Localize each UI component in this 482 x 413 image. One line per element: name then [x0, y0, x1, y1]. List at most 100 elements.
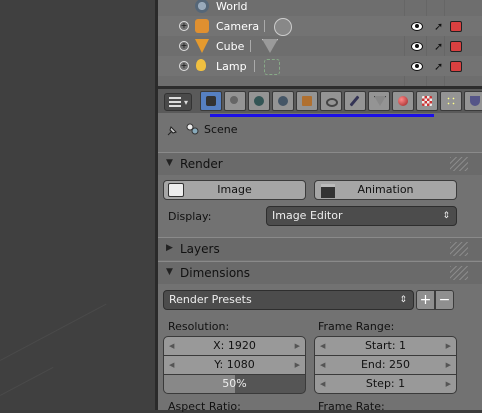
- selectable-cursor-icon[interactable]: ➚: [434, 20, 443, 33]
- expand-icon[interactable]: +: [179, 21, 189, 31]
- tab-material[interactable]: [392, 91, 414, 111]
- chevron-down-icon: ▾: [183, 98, 188, 107]
- selectable-cursor-icon[interactable]: ➚: [434, 40, 443, 53]
- outliner-label: World: [216, 0, 248, 13]
- mesh-data-tab-icon: [374, 96, 386, 106]
- render-camera-icon[interactable]: [450, 21, 462, 32]
- panel-title: Render: [180, 157, 223, 171]
- panel-title: Dimensions: [180, 266, 251, 280]
- world-icon: [195, 0, 209, 13]
- tab-render-layers[interactable]: [224, 91, 246, 111]
- decrement-arrow-icon[interactable]: ◀: [320, 356, 325, 374]
- outliner-label[interactable]: Camera: [216, 20, 259, 33]
- tab-constraints[interactable]: [320, 91, 342, 111]
- outliner-label[interactable]: Lamp: [216, 60, 247, 73]
- outliner-label[interactable]: Cube: [216, 40, 244, 53]
- tab-data[interactable]: [368, 91, 390, 111]
- render-camera-icon[interactable]: [450, 41, 462, 52]
- material-sphere-icon: [398, 96, 408, 106]
- grid-line: [0, 303, 107, 361]
- tab-object[interactable]: [296, 91, 318, 111]
- annotation-underline: [210, 114, 434, 117]
- scene-icon: [254, 96, 264, 106]
- add-preset-button[interactable]: +: [416, 290, 435, 310]
- layers-panel-header[interactable]: ▶ Layers: [158, 237, 482, 260]
- decrement-arrow-icon[interactable]: ◀: [169, 356, 174, 374]
- drag-grip-icon[interactable]: [450, 157, 468, 171]
- clapperboard-icon: [321, 184, 335, 198]
- visibility-eye-icon[interactable]: [411, 22, 423, 31]
- decrement-arrow-icon[interactable]: ◀: [169, 337, 174, 355]
- decrement-arrow-icon[interactable]: ◀: [320, 337, 325, 355]
- properties-tabs: [200, 91, 482, 111]
- outliner-row-camera[interactable]: + Camera ➚: [158, 16, 482, 36]
- increment-arrow-icon[interactable]: ▶: [446, 375, 451, 393]
- increment-arrow-icon[interactable]: ▶: [295, 337, 300, 355]
- texture-checker-icon: [422, 96, 432, 106]
- display-label: Display:: [168, 210, 212, 223]
- render-panel-header[interactable]: ▼ Render: [158, 152, 482, 175]
- tab-render[interactable]: [200, 91, 222, 111]
- outliner[interactable]: World + Camera ➚ + Cube ➚ + Lamp ➚: [158, 0, 482, 86]
- separator: [254, 60, 255, 72]
- dropdown-value: Render Presets: [169, 293, 252, 306]
- resolution-percentage-slider[interactable]: 50%: [163, 374, 306, 394]
- field-value: End: 250: [360, 358, 411, 371]
- properties-editor[interactable]: ▾ Scene ▼ Render Image Animation Display…: [158, 89, 482, 413]
- field-value: X: 1920: [213, 339, 256, 352]
- drag-grip-icon[interactable]: [450, 266, 468, 280]
- expand-icon[interactable]: +: [179, 41, 189, 51]
- outliner-row-lamp[interactable]: + Lamp ➚: [158, 56, 482, 76]
- lamp-object-icon: [196, 59, 206, 71]
- increment-arrow-icon[interactable]: ▶: [295, 356, 300, 374]
- remove-preset-button[interactable]: −: [435, 290, 454, 310]
- field-value: Step: 1: [365, 377, 406, 390]
- selectable-cursor-icon[interactable]: ➚: [434, 60, 443, 73]
- panel-title: Layers: [180, 242, 220, 256]
- lamp-data-icon[interactable]: [264, 59, 280, 75]
- frame-end-field[interactable]: ◀ End: 250 ▶: [314, 355, 457, 375]
- dimensions-panel-header[interactable]: ▼ Dimensions: [158, 261, 482, 284]
- resolution-y-field[interactable]: ◀ Y: 1080 ▶: [163, 355, 306, 375]
- render-presets-dropdown[interactable]: Render Presets ⇕: [163, 290, 414, 310]
- particles-icon: [446, 96, 456, 106]
- tab-world[interactable]: [272, 91, 294, 111]
- tab-texture[interactable]: [416, 91, 438, 111]
- decrement-arrow-icon[interactable]: ◀: [320, 375, 325, 393]
- pin-icon[interactable]: [166, 125, 178, 137]
- updown-arrows-icon: ⇕: [399, 295, 407, 305]
- tab-physics[interactable]: [464, 91, 482, 111]
- render-still-icon: [168, 183, 184, 197]
- camera-data-icon[interactable]: [274, 18, 292, 36]
- render-image-button[interactable]: Image: [163, 180, 306, 200]
- editor-type-selector[interactable]: ▾: [164, 93, 192, 111]
- properties-header: ▾: [158, 89, 482, 117]
- mesh-object-icon: [195, 39, 209, 53]
- grid-line: [0, 366, 54, 396]
- frame-start-field[interactable]: ◀ Start: 1 ▶: [314, 336, 457, 356]
- display-dropdown[interactable]: Image Editor ⇕: [266, 206, 457, 226]
- render-animation-button[interactable]: Animation: [314, 180, 457, 200]
- scene-breadcrumb: Scene: [204, 123, 238, 136]
- 3d-viewport[interactable]: [0, 0, 157, 410]
- render-camera-icon[interactable]: [450, 61, 462, 72]
- frame-step-field[interactable]: ◀ Step: 1 ▶: [314, 374, 457, 394]
- tab-particles[interactable]: [440, 91, 462, 111]
- mesh-data-icon[interactable]: [262, 39, 278, 53]
- render-layers-icon: [230, 96, 238, 104]
- increment-arrow-icon[interactable]: ▶: [446, 356, 451, 374]
- increment-arrow-icon[interactable]: ▶: [446, 337, 451, 355]
- resolution-x-field[interactable]: ◀ X: 1920 ▶: [163, 336, 306, 356]
- visibility-eye-icon[interactable]: [411, 42, 423, 51]
- expand-icon[interactable]: +: [179, 61, 189, 71]
- world-tab-icon: [278, 96, 288, 106]
- outliner-row-world[interactable]: World: [158, 0, 482, 16]
- tab-scene[interactable]: [248, 91, 270, 111]
- expanded-triangle-icon: ▼: [166, 158, 173, 168]
- visibility-eye-icon[interactable]: [411, 62, 423, 71]
- drag-grip-icon[interactable]: [450, 242, 468, 256]
- frame-range-label: Frame Range:: [318, 320, 395, 333]
- tab-modifiers[interactable]: [344, 91, 366, 111]
- outliner-row-cube[interactable]: + Cube ➚: [158, 36, 482, 56]
- separator: [250, 40, 251, 52]
